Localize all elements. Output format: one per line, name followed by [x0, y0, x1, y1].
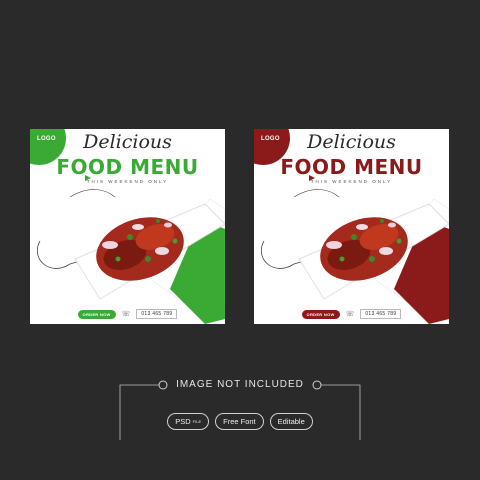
phone-number: 013 465 789: [136, 309, 178, 319]
caption-block: IMAGE NOT INCLUDED PSD FILE Free Font Ed…: [0, 370, 480, 450]
food-plate-illustration: [37, 175, 225, 324]
tag-editable: Editable: [269, 413, 313, 430]
phone-icon: ☏: [345, 311, 355, 318]
card-footer: ORDER NOW ☏ 013 465 789: [254, 309, 449, 319]
tag-label: Free Font: [223, 417, 256, 426]
food-menu-card-red: LOGO Delicious FOOD MENU THIS WEEKEND ON…: [254, 129, 449, 324]
tag-suffix: FILE: [192, 419, 202, 424]
tag-free-font: Free Font: [215, 413, 264, 430]
tag-psd: PSD FILE: [167, 413, 210, 430]
tag-label: Editable: [277, 417, 305, 426]
food-menu-card-green: LOGO Delicious FOOD MENU THIS WEEKEND ON…: [30, 129, 225, 324]
food-plate-illustration: [261, 175, 449, 324]
phone-icon: ☏: [121, 311, 131, 318]
card-footer: ORDER NOW ☏ 013 465 789: [30, 309, 225, 319]
order-now-button[interactable]: ORDER NOW: [301, 309, 340, 319]
caption-title: IMAGE NOT INCLUDED: [176, 379, 304, 390]
phone-number: 013 465 789: [360, 309, 402, 319]
order-now-button[interactable]: ORDER NOW: [77, 309, 116, 319]
feature-tags: PSD FILE Free Font Editable: [0, 413, 480, 430]
tag-label: PSD: [175, 417, 191, 426]
